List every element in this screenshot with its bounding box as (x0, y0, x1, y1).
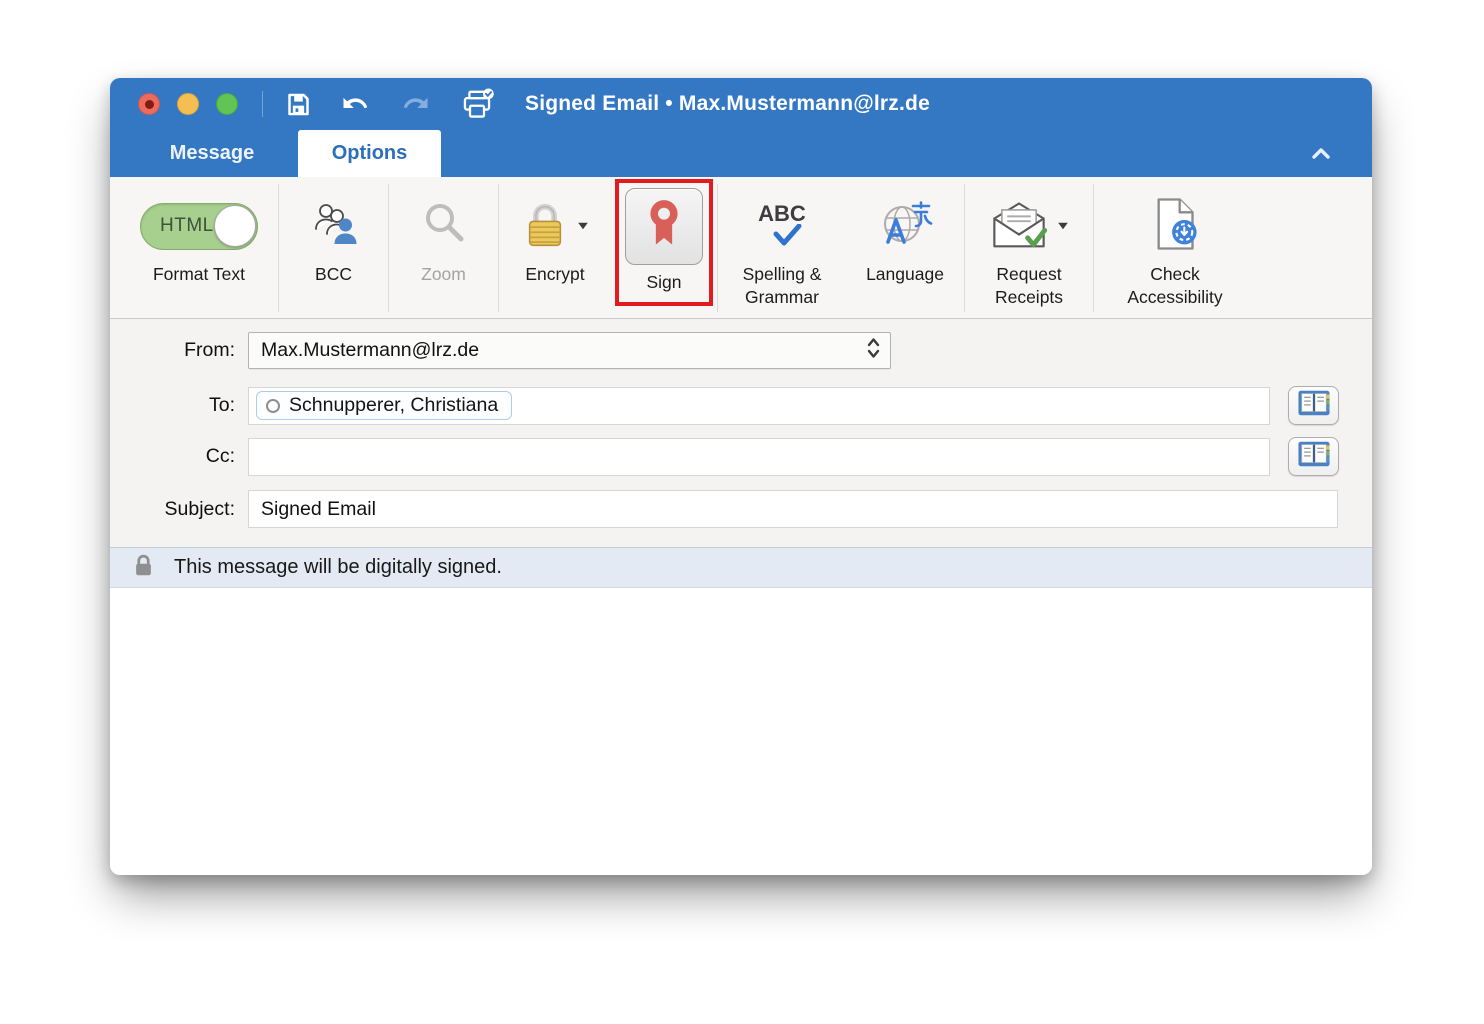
subject-input[interactable] (248, 490, 1338, 528)
address-book-icon (1295, 438, 1333, 475)
titlebar-divider (262, 91, 263, 117)
quick-access-toolbar (285, 88, 495, 121)
close-button[interactable] (138, 93, 160, 115)
sign-annotation-box: Sign (615, 179, 713, 306)
stepper-icon (866, 335, 881, 367)
receipts-dropdown-arrow[interactable] (1058, 223, 1068, 229)
lock-icon (133, 552, 154, 583)
traffic-lights (138, 93, 238, 115)
cc-label: Cc: (110, 445, 248, 468)
request-receipts-button[interactable]: Request Receipts (965, 177, 1093, 318)
bcc-button[interactable]: BCC (279, 177, 388, 318)
ribbon: HTML Format Text (110, 177, 1372, 319)
zoom-button-disabled: Zoom (389, 177, 498, 318)
spellcheck-icon: ABC (758, 202, 806, 251)
check-accessibility-label: Check Accessibility (1127, 263, 1222, 309)
presence-icon (266, 399, 280, 413)
tab-message[interactable]: Message (156, 130, 268, 177)
save-icon[interactable] (285, 91, 312, 118)
titlebar: Signed Email • Max.Mustermann@lrz.de (110, 78, 1372, 130)
request-receipts-label: Request Receipts (995, 263, 1063, 309)
cc-address-book-button[interactable] (1288, 437, 1339, 476)
abc-icon-text: ABC (758, 202, 806, 226)
bcc-label: BCC (315, 263, 352, 286)
language-button[interactable]: Language (846, 177, 964, 318)
html-format-toggle[interactable]: HTML (140, 203, 258, 250)
minimize-button[interactable] (177, 93, 199, 115)
to-field[interactable]: Schnupperer, Christiana (248, 387, 1270, 425)
collapse-ribbon-icon[interactable] (1308, 143, 1334, 168)
ribbon-group-format-text: HTML Format Text (120, 177, 278, 318)
unsaved-dot (145, 100, 154, 109)
encrypt-dropdown-arrow[interactable] (578, 223, 588, 229)
format-text-label: Format Text (153, 263, 245, 286)
tab-bar: Message Options (110, 130, 1372, 177)
maximize-button[interactable] (216, 93, 238, 115)
globe-language-icon (877, 198, 933, 255)
header-form: From: Max.Mustermann@lrz.de To: Schnuppe… (110, 319, 1372, 547)
from-label: From: (110, 339, 248, 362)
undo-icon[interactable] (341, 91, 371, 117)
message-body[interactable] (110, 588, 1372, 875)
encrypt-label: Encrypt (525, 263, 584, 286)
accessibility-doc-icon (1149, 196, 1201, 257)
cc-field[interactable] (248, 438, 1270, 476)
sign-group: Sign (611, 177, 717, 318)
to-label: To: (110, 394, 248, 417)
signed-info-text: This message will be digitally signed. (174, 556, 502, 579)
recipient-name: Schnupperer, Christiana (289, 394, 498, 417)
sign-label: Sign (646, 271, 681, 294)
language-label: Language (866, 263, 944, 286)
magnifier-icon (421, 201, 467, 252)
to-address-book-button[interactable] (1288, 386, 1339, 425)
receipt-envelope-icon (989, 199, 1069, 253)
check-accessibility-button[interactable]: Check Accessibility (1094, 177, 1256, 318)
compose-window: Signed Email • Max.Mustermann@lrz.de Mes… (110, 78, 1372, 875)
html-toggle-label: HTML (160, 215, 214, 237)
signed-info-bar: This message will be digitally signed. (110, 547, 1372, 588)
zoom-label: Zoom (421, 263, 466, 286)
print-icon[interactable] (459, 88, 495, 121)
padlock-icon (522, 201, 589, 251)
ribbon-award-icon (644, 199, 684, 254)
toggle-knob (214, 205, 256, 247)
bcc-people-icon (309, 201, 359, 252)
address-book-icon (1295, 387, 1333, 424)
from-value: Max.Mustermann@lrz.de (261, 339, 479, 362)
sign-button[interactable] (625, 188, 703, 265)
subject-label: Subject: (110, 498, 248, 521)
encrypt-button[interactable]: Encrypt (499, 177, 611, 318)
from-select[interactable]: Max.Mustermann@lrz.de (248, 332, 891, 369)
window-title: Signed Email • Max.Mustermann@lrz.de (525, 92, 930, 116)
spelling-label: Spelling & Grammar (743, 263, 822, 309)
spelling-grammar-button[interactable]: ABC Spelling & Grammar (718, 177, 846, 318)
recipient-chip[interactable]: Schnupperer, Christiana (256, 391, 512, 420)
redo-icon (400, 91, 430, 117)
tab-options[interactable]: Options (298, 130, 441, 177)
cc-input[interactable] (256, 439, 1269, 475)
